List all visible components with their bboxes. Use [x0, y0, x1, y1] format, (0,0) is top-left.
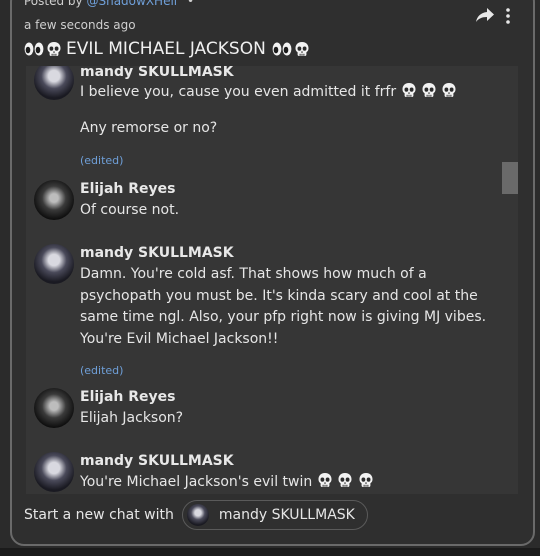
message-text: You're Michael Jackson's evil twin: [80, 472, 510, 494]
title-emojis-left: [24, 41, 62, 57]
start-new-chat: Start a new chat with mandy SKULLMASK: [24, 500, 368, 530]
skull-emoji-icon: [46, 41, 62, 57]
message-line: You're Michael Jackson's evil twin: [80, 474, 313, 490]
post-title: EVIL MICHAEL JACKSON: [24, 36, 310, 62]
post-timestamp: a few seconds ago: [24, 18, 136, 32]
message-text: Elijah Jackson?: [80, 410, 184, 426]
share-arrow-icon[interactable]: [474, 6, 496, 24]
message-author[interactable]: mandy SKULLMASK: [80, 453, 234, 469]
message-line: I believe you, cause you even admitted i…: [80, 84, 397, 100]
start-chat-label: Start a new chat with: [24, 507, 174, 523]
skull-emoji-icon: [421, 82, 437, 98]
message-author[interactable]: Elijah Reyes: [80, 181, 175, 197]
avatar[interactable]: [34, 180, 74, 220]
message-text: Any remorse or no?: [80, 120, 218, 136]
edited-tag: (edited): [80, 364, 124, 377]
eyes-emoji-icon: [272, 41, 292, 57]
avatar[interactable]: [34, 244, 74, 284]
chat-thread[interactable]: mandy SKULLMASK I believe you, cause you…: [26, 66, 518, 494]
message-author[interactable]: mandy SKULLMASK: [80, 245, 234, 261]
message-text: I believe you, cause you even admitted i…: [80, 82, 510, 104]
message-author[interactable]: mandy SKULLMASK: [80, 66, 234, 80]
skull-emoji-icon: [294, 41, 310, 57]
skull-emoji-icon: [358, 472, 374, 488]
posted-by: Posted by @ShadowXHell •: [24, 0, 194, 8]
avatar[interactable]: [34, 66, 74, 100]
eyes-emoji-icon: [24, 41, 44, 57]
skull-emoji-icon: [337, 472, 353, 488]
title-emojis-right: [272, 41, 310, 57]
author-handle-link[interactable]: @ShadowXHell: [86, 0, 177, 8]
bottom-bar: [0, 548, 540, 556]
avatar[interactable]: [34, 388, 74, 428]
start-chat-user-button[interactable]: mandy SKULLMASK: [181, 500, 368, 530]
skull-emoji-icon: [401, 82, 417, 98]
message-text: Of course not.: [80, 202, 180, 218]
skull-emoji-icon: [441, 82, 457, 98]
posted-prefix: Posted by: [24, 0, 83, 8]
chip-username: mandy SKULLMASK: [218, 507, 355, 523]
avatar: [186, 504, 209, 526]
post-title-text: EVIL MICHAEL JACKSON: [66, 39, 266, 59]
chat-scrollbar-thumb[interactable]: [502, 162, 518, 194]
message-author[interactable]: Elijah Reyes: [80, 389, 175, 405]
separator-dot: •: [186, 0, 195, 8]
kebab-menu-icon[interactable]: [500, 6, 516, 26]
message-text: Damn. You're cold asf. That shows how mu…: [80, 266, 487, 347]
skull-emoji-icon: [317, 472, 333, 488]
edited-tag: (edited): [80, 154, 124, 167]
avatar[interactable]: [34, 452, 74, 492]
